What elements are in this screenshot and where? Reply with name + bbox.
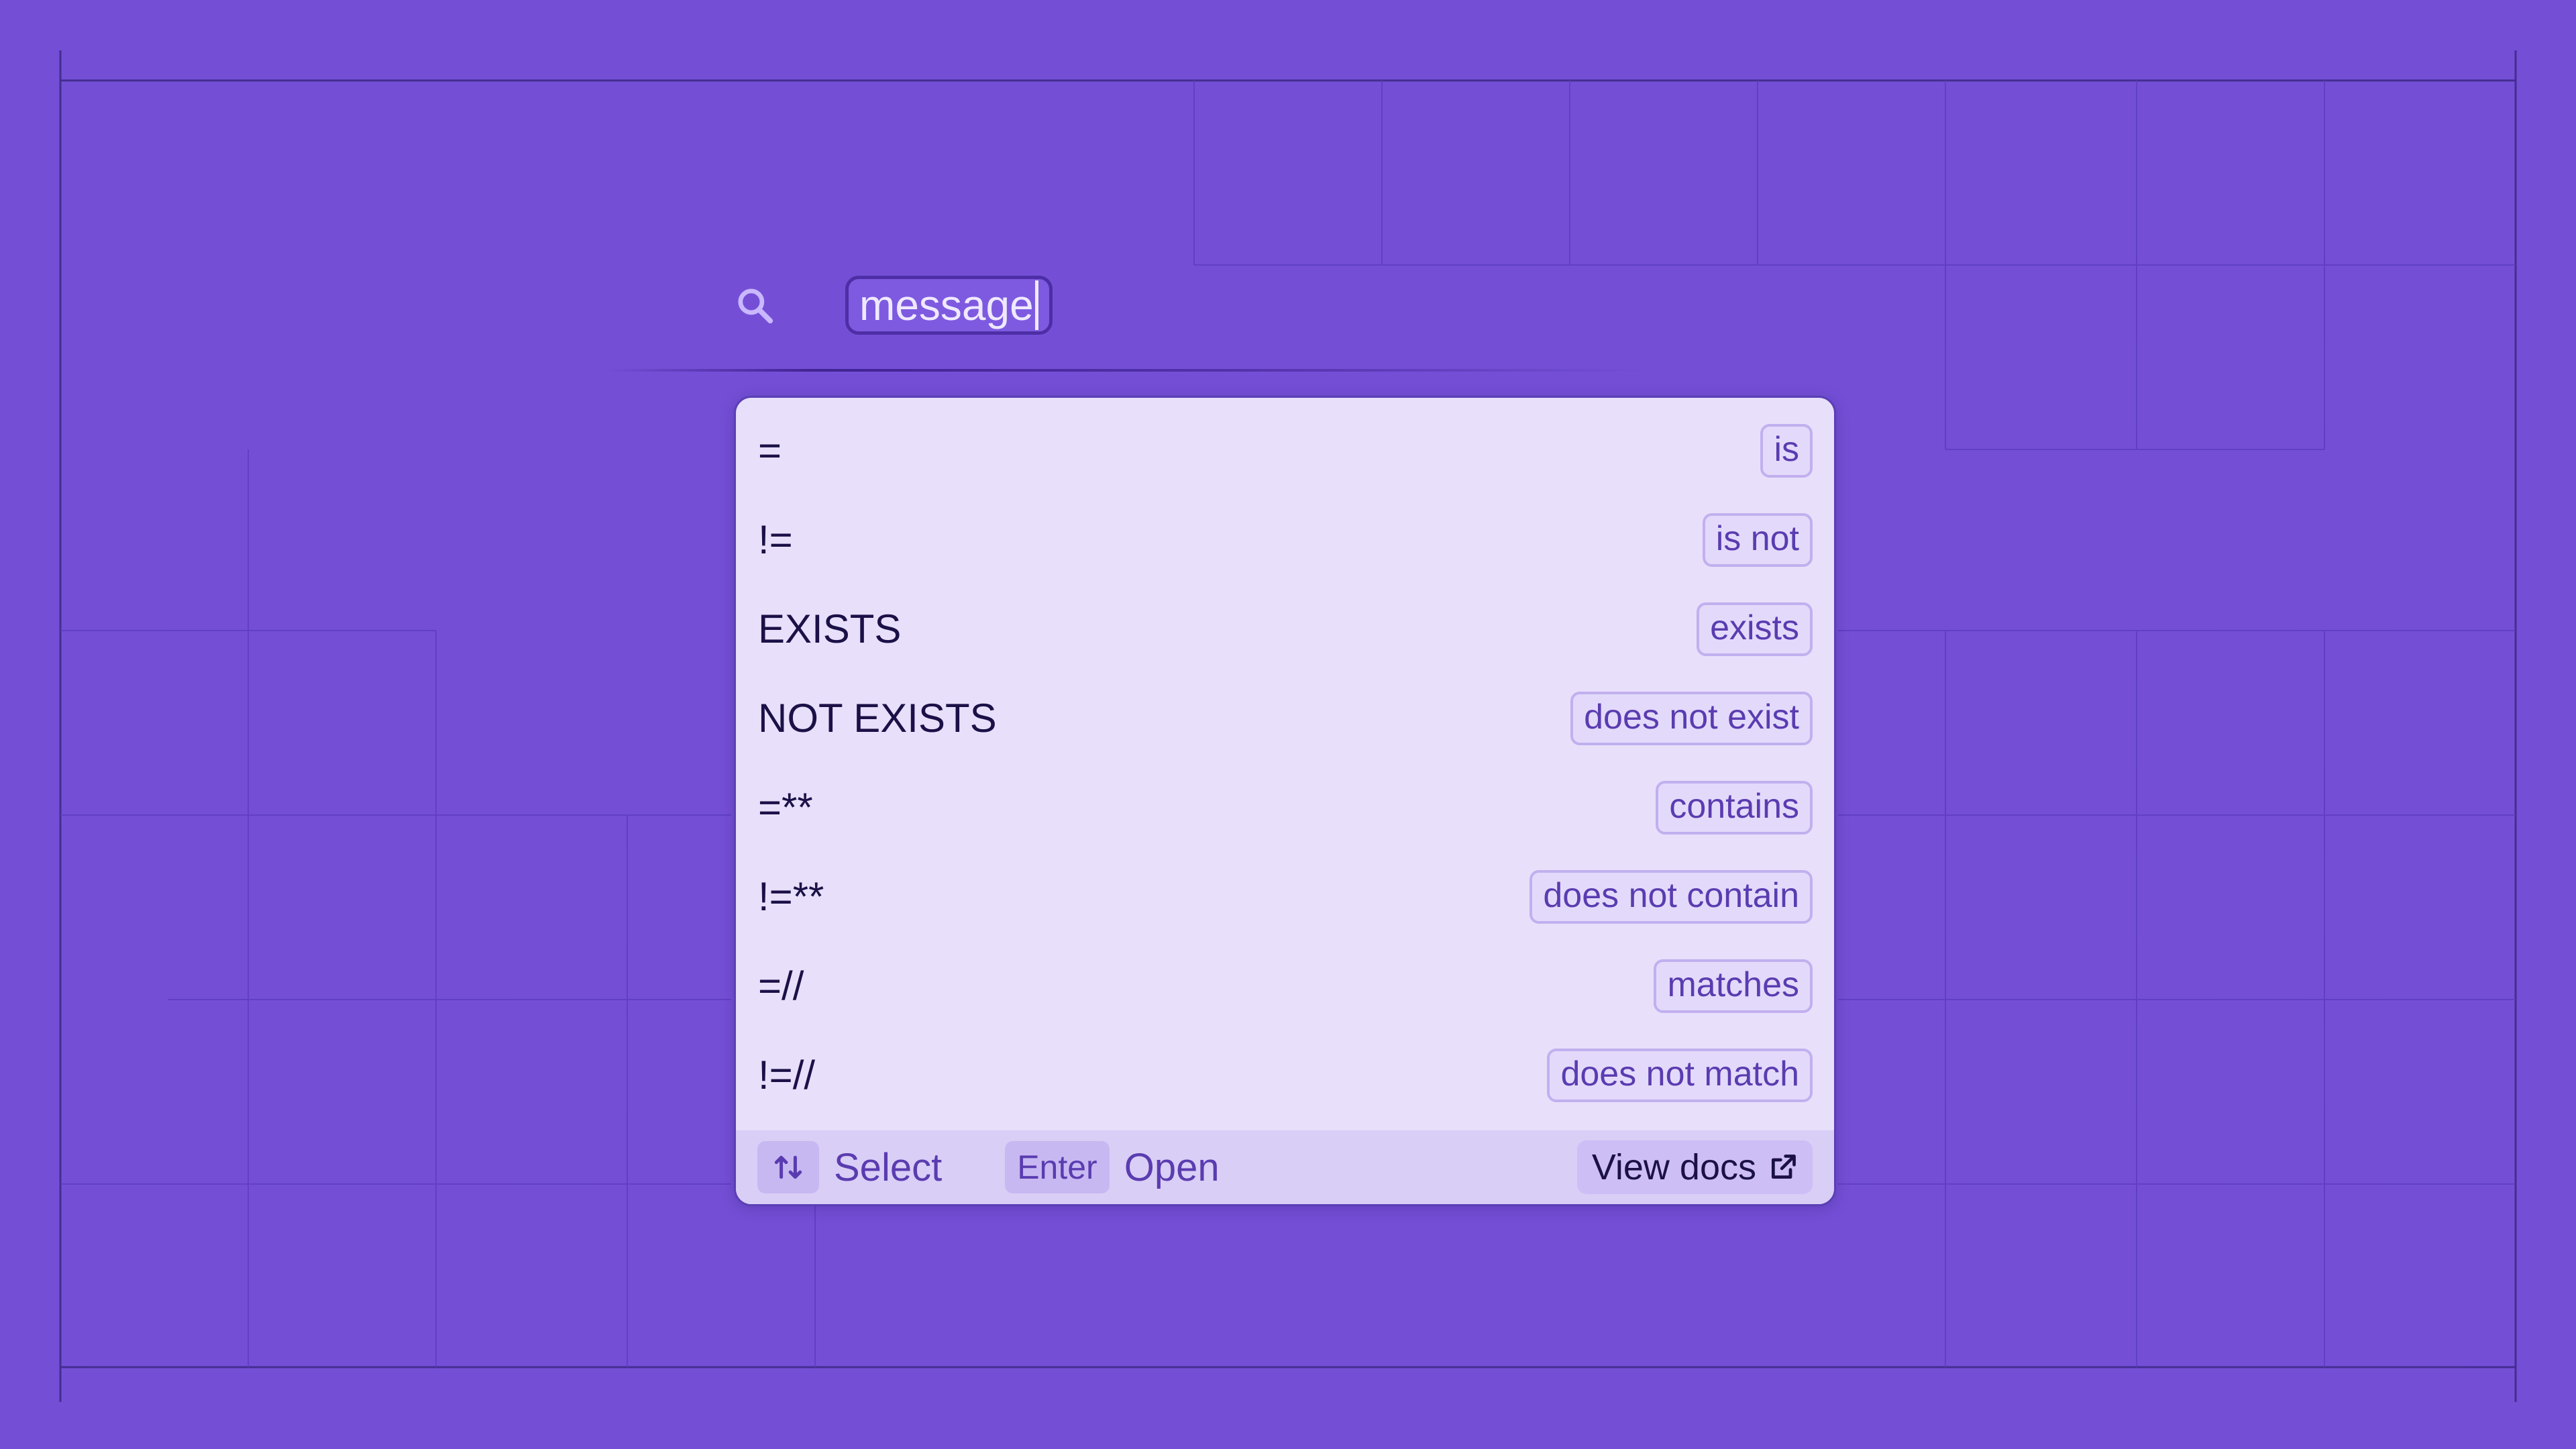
operator-symbol: !=: [758, 517, 793, 562]
operator-label-badge: is: [1760, 423, 1813, 478]
search-bar: message: [731, 272, 1053, 339]
search-input-value: message: [859, 281, 1034, 329]
operator-option-does-not-exist[interactable]: NOT EXISTS does not exist: [736, 674, 1834, 763]
operator-option-exists[interactable]: EXISTS exists: [736, 584, 1834, 674]
operator-symbol: NOT EXISTS: [758, 696, 997, 741]
operator-label-badge: contains: [1656, 780, 1813, 835]
select-hint: Select: [834, 1145, 943, 1189]
operator-option-matches[interactable]: =// matches: [736, 941, 1834, 1030]
operator-label-badge: does not contain: [1529, 869, 1813, 924]
operator-label-badge: exists: [1697, 602, 1813, 656]
operator-label-badge: does not match: [1547, 1048, 1813, 1102]
operator-symbol: =**: [758, 785, 813, 830]
dropdown-footer: Select Enter Open View docs: [736, 1130, 1834, 1204]
operator-list: = is != is not EXISTS exists NOT EXISTS …: [736, 398, 1834, 1120]
operator-label-badge: is not: [1702, 513, 1813, 567]
operator-label-badge: does not exist: [1570, 691, 1813, 745]
external-link-icon: [1771, 1155, 1796, 1179]
view-docs-button[interactable]: View docs: [1576, 1140, 1813, 1194]
operator-symbol: !=**: [758, 874, 824, 919]
up-down-arrows-icon: [757, 1141, 819, 1193]
text-caret: [1034, 280, 1038, 330]
enter-key: Enter: [1005, 1141, 1110, 1193]
operator-symbol: !=//: [758, 1053, 816, 1097]
operator-dropdown: = is != is not EXISTS exists NOT EXISTS …: [734, 396, 1836, 1206]
view-docs-label: View docs: [1591, 1147, 1756, 1187]
operator-option-does-not-contain[interactable]: !=** does not contain: [736, 852, 1834, 941]
operator-option-contains[interactable]: =** contains: [736, 763, 1834, 852]
search-input[interactable]: message: [845, 276, 1053, 335]
operator-option-does-not-match[interactable]: !=// does not match: [736, 1030, 1834, 1120]
operator-symbol: =//: [758, 963, 804, 1008]
operator-option-is[interactable]: = is: [736, 406, 1834, 495]
operator-symbol: EXISTS: [758, 606, 902, 651]
operator-symbol: =: [758, 428, 782, 473]
search-icon: [731, 282, 778, 329]
operator-option-is-not[interactable]: != is not: [736, 495, 1834, 584]
open-hint: Open: [1124, 1145, 1220, 1189]
operator-label-badge: matches: [1654, 959, 1813, 1013]
search-underline: [604, 369, 1650, 372]
